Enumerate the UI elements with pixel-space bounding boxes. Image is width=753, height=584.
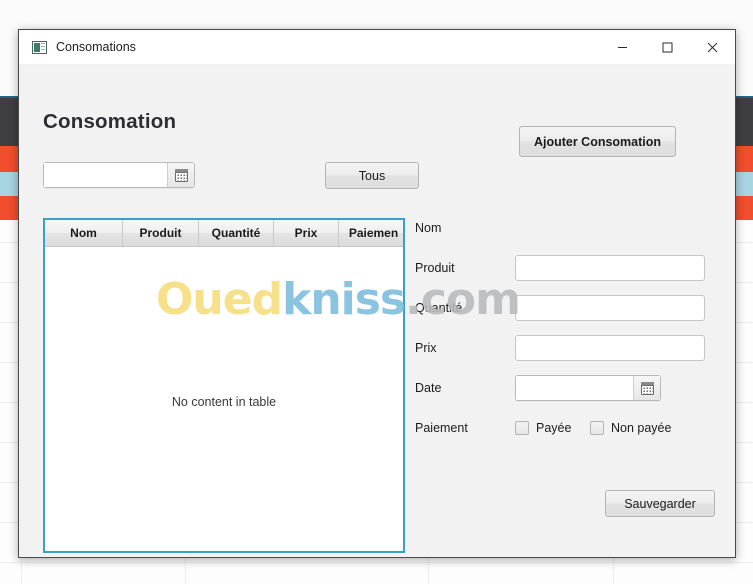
checkbox-non-payee-label: Non payée (611, 421, 672, 435)
produit-input[interactable] (515, 255, 705, 281)
close-button[interactable] (690, 31, 735, 64)
form-row-prix: Prix (415, 335, 715, 361)
minimize-icon (618, 46, 627, 48)
form-row-quantite: Quantité (415, 295, 715, 321)
label-paiement: Paiement (415, 421, 468, 435)
label-quantite: Quantité (415, 301, 463, 315)
table-column-nom[interactable]: Nom (45, 220, 123, 246)
prix-input[interactable] (515, 335, 705, 361)
table-body: No content in table (45, 247, 403, 551)
calendar-icon (640, 381, 654, 395)
save-button[interactable]: Sauvegarder (605, 490, 715, 517)
label-date: Date (415, 381, 442, 395)
label-nom: Nom (415, 221, 442, 235)
window-client-area: Consomation Ajouter Consomation Tous Nom… (19, 65, 735, 557)
checkbox-non-payee-box[interactable] (590, 421, 604, 435)
table-header-row: Nom Produit Quantité Prix Paiemen (45, 220, 403, 247)
filter-date-picker[interactable] (43, 162, 195, 188)
label-prix: Prix (415, 341, 437, 355)
checkbox-non-payee[interactable]: Non payée (590, 415, 671, 441)
minimize-button[interactable] (600, 31, 645, 64)
consumptions-table[interactable]: Nom Produit Quantité Prix Paiemen No con… (43, 218, 405, 553)
table-empty-message: No content in table (171, 395, 277, 409)
table-column-prix[interactable]: Prix (274, 220, 339, 246)
maximize-button[interactable] (645, 31, 690, 64)
window-titlebar[interactable]: Consomations (19, 30, 735, 65)
form-row-nom: Nom (415, 215, 715, 241)
calendar-icon (174, 168, 188, 182)
show-all-button[interactable]: Tous (325, 162, 419, 189)
date-input[interactable] (516, 376, 633, 400)
date-picker[interactable] (515, 375, 661, 401)
maximize-icon (662, 42, 673, 52)
checkbox-payee-box[interactable] (515, 421, 529, 435)
checkbox-payee[interactable]: Payée (515, 415, 571, 441)
form-row-produit: Produit (415, 255, 715, 281)
filter-date-input[interactable] (44, 163, 167, 187)
form-row-paiement: Paiement Payée Non payée (415, 415, 715, 441)
add-consumption-button[interactable]: Ajouter Consomation (519, 126, 676, 157)
application-window: Consomations Consomation Ajouter Consoma… (18, 29, 736, 558)
checkbox-payee-label: Payée (536, 421, 572, 435)
table-column-produit[interactable]: Produit (123, 220, 199, 246)
label-produit: Produit (415, 261, 455, 275)
date-calendar-button[interactable] (633, 376, 660, 400)
window-title: Consomations (56, 40, 136, 54)
table-column-quantite[interactable]: Quantité (199, 220, 274, 246)
app-window-icon (32, 40, 47, 54)
page-title: Consomation (43, 110, 177, 133)
table-column-paiement[interactable]: Paiemen (339, 220, 403, 246)
filter-calendar-button[interactable] (167, 163, 194, 187)
form-row-date: Date (415, 375, 715, 401)
quantite-input[interactable] (515, 295, 705, 321)
close-icon (707, 42, 718, 52)
